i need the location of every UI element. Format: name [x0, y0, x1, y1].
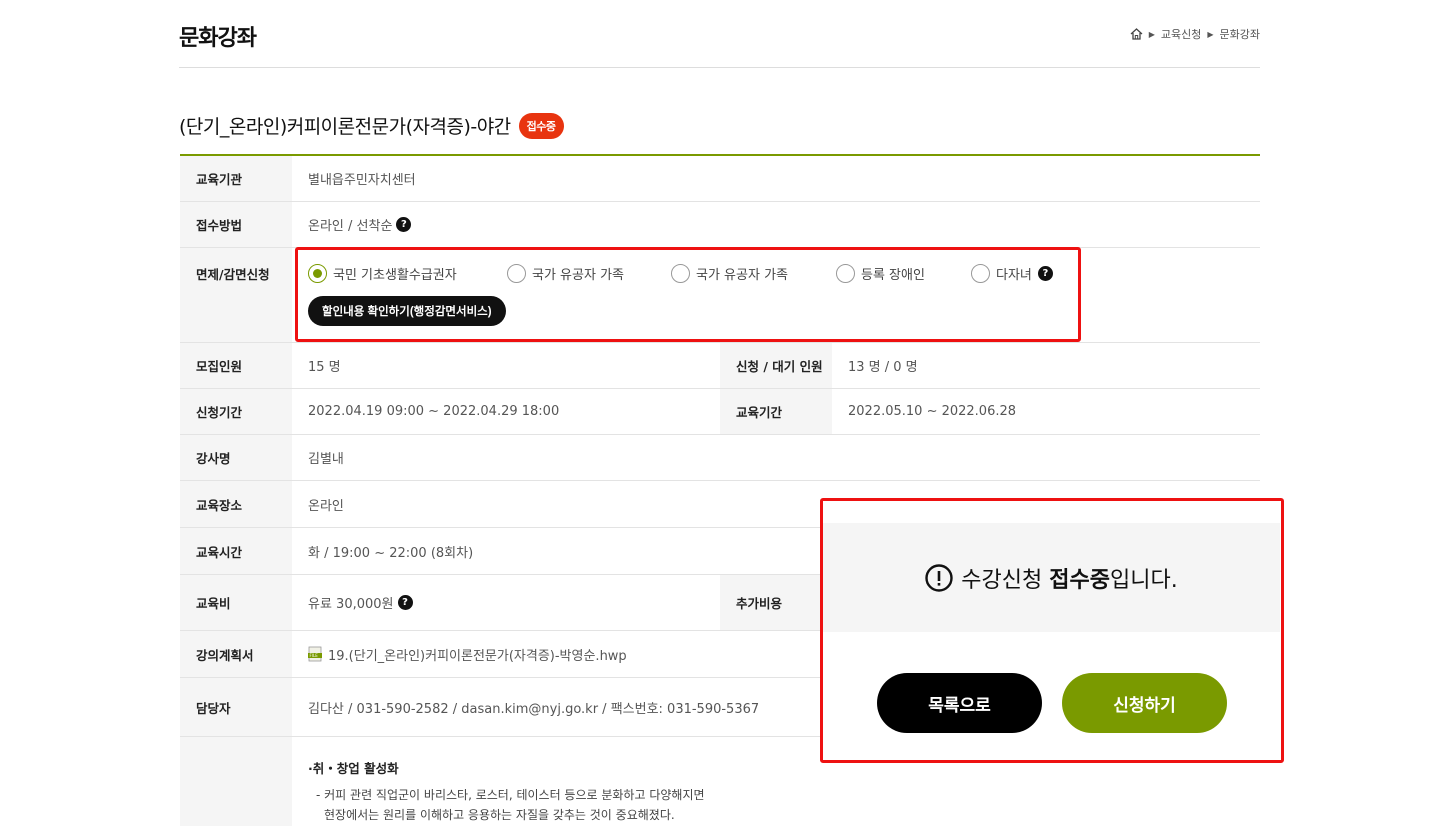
- row-label: 신청 / 대기 인원: [720, 343, 832, 388]
- row-label: 교육시간: [180, 528, 292, 574]
- row-label: 교육기간: [720, 389, 832, 434]
- breadcrumb-item-edu[interactable]: 교육신청: [1161, 26, 1201, 42]
- highlight-box: [295, 247, 1081, 342]
- table-row: 모집인원 15 명 신청 / 대기 인원 13 명 / 0 명: [180, 343, 1260, 389]
- row-label: 면제/감면신청: [180, 248, 292, 342]
- highlight-box: [820, 498, 1284, 763]
- row-label: 교육비: [180, 575, 292, 630]
- table-row: 접수방법 온라인 / 선착순 ?: [180, 202, 1260, 248]
- row-label: 신청기간: [180, 389, 292, 434]
- row-value: 2022.05.10 ~ 2022.06.28: [848, 404, 1017, 419]
- file-icon: FILE: [308, 646, 322, 662]
- page-title: 문화강좌: [179, 26, 257, 51]
- row-value: 김별내: [308, 452, 344, 467]
- divider: [179, 67, 1260, 68]
- help-icon[interactable]: ?: [397, 595, 413, 610]
- status-badge: 접수중: [518, 112, 564, 139]
- table-row: 강사명 김별내: [180, 435, 1260, 481]
- chevron-right-icon: ▶: [1207, 29, 1214, 39]
- row-label: [180, 737, 292, 826]
- course-title: (단기_온라인)커피이론전문가(자격증)-야간 접수중: [179, 112, 564, 139]
- row-label: 강사명: [180, 435, 292, 480]
- fee-value: 유료 30,000원: [308, 597, 394, 612]
- row-label: 교육기관: [180, 156, 292, 201]
- table-row: 교육기관 별내읍주민자치센터: [180, 156, 1260, 202]
- row-value: 온라인 / 선착순 ?: [292, 202, 1260, 247]
- method-value: 온라인 / 선착순: [308, 219, 393, 234]
- row-label: 교육장소: [180, 481, 292, 527]
- row-label: 추가비용: [720, 575, 832, 630]
- row-label: 접수방법: [180, 202, 292, 247]
- row-label: 담당자: [180, 678, 292, 736]
- breadcrumb: ▶ 교육신청 ▶ 문화강좌: [1130, 26, 1260, 42]
- desc-line: - 커피 관련 직업군이 바리스타, 로스터, 테이스터 등으로 분화하고 다양…: [316, 788, 705, 802]
- course-title-text: (단기_온라인)커피이론전문가(자격증)-야간: [179, 116, 511, 138]
- row-value: 유료 30,000원 ?: [292, 575, 720, 630]
- chevron-right-icon: ▶: [1148, 29, 1155, 39]
- desc-heading: ·취・창업 활성화: [308, 761, 399, 776]
- help-icon[interactable]: ?: [396, 217, 412, 232]
- home-icon[interactable]: [1130, 28, 1143, 40]
- plan-file-link[interactable]: 19.(단기_온라인)커피이론전문가(자격증)-박영순.hwp: [328, 645, 627, 664]
- row-value: 15 명: [308, 360, 341, 375]
- row-value: 13 명 / 0 명: [848, 360, 918, 375]
- desc-line: 현장에서는 원리를 이해하고 응용하는 자질을 갖추는 것이 중요해졌다.: [324, 808, 675, 822]
- breadcrumb-item-culture[interactable]: 문화강좌: [1220, 26, 1260, 42]
- svg-text:FILE: FILE: [310, 653, 319, 658]
- row-value: 별내읍주민자치센터: [308, 173, 416, 188]
- table-row: 신청기간 2022.04.19 09:00 ~ 2022.04.29 18:00…: [180, 389, 1260, 435]
- course-description: ·취・창업 활성화 - 커피 관련 직업군이 바리스타, 로스터, 테이스터 등…: [308, 737, 705, 825]
- row-label: 강의계획서: [180, 631, 292, 677]
- row-label: 모집인원: [180, 343, 292, 388]
- row-value: 2022.04.19 09:00 ~ 2022.04.29 18:00: [308, 404, 560, 419]
